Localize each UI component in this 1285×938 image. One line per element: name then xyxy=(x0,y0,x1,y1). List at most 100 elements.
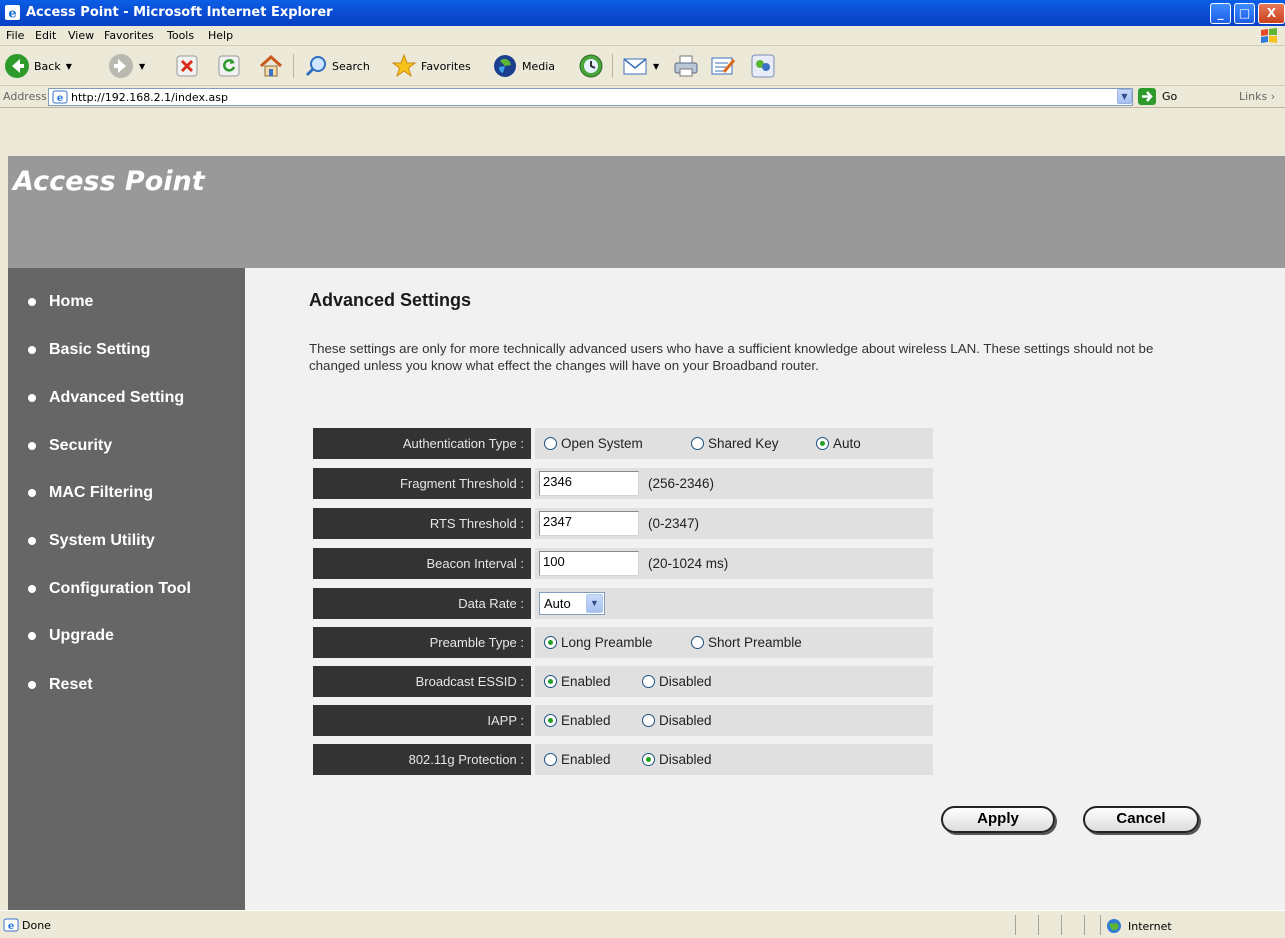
nav-reset[interactable]: Reset xyxy=(28,676,93,694)
nav-basic-setting[interactable]: Basic Setting xyxy=(28,341,150,359)
menu-file[interactable]: File xyxy=(6,29,24,42)
mail-button[interactable]: ▼ xyxy=(622,52,659,80)
status-separator xyxy=(1015,915,1016,935)
media-icon xyxy=(494,55,516,77)
print-button[interactable] xyxy=(673,52,699,80)
minimize-button[interactable]: _ xyxy=(1210,3,1231,24)
option-label: Enabled xyxy=(561,713,611,728)
option-label: Disabled xyxy=(659,713,712,728)
option-label: Short Preamble xyxy=(708,635,802,650)
close-button[interactable]: X xyxy=(1258,3,1285,24)
radio-protection-enabled[interactable] xyxy=(544,753,557,766)
radio-protection-disabled[interactable] xyxy=(642,753,655,766)
field-label: 802.11g Protection : xyxy=(313,744,531,775)
back-arrow-icon xyxy=(5,54,29,78)
radio-shared-key[interactable] xyxy=(691,437,704,450)
page-title: Advanced Settings xyxy=(309,290,472,310)
fragment-threshold-input[interactable]: 2346 xyxy=(539,471,639,496)
option-label: Shared Key xyxy=(708,436,779,451)
svg-text:e: e xyxy=(8,7,16,22)
radio-long-preamble[interactable] xyxy=(544,636,557,649)
field-label: Beacon Interval : xyxy=(313,548,531,579)
menu-favorites[interactable]: Favorites xyxy=(104,29,154,42)
cancel-button[interactable]: Cancel xyxy=(1083,806,1199,833)
address-url: http://192.168.2.1/index.asp xyxy=(71,91,228,104)
address-bar: Address e http://192.168.2.1/index.asp ▼… xyxy=(0,86,1285,108)
range-hint: (0-2347) xyxy=(648,516,700,531)
brand-title: Access Point xyxy=(13,166,205,197)
stop-icon xyxy=(176,55,198,77)
maximize-button[interactable]: □ xyxy=(1234,3,1255,24)
ie-icon: e xyxy=(5,5,20,22)
option-label: Open System xyxy=(561,436,643,451)
radio-essid-disabled[interactable] xyxy=(642,675,655,688)
range-hint: (256-2346) xyxy=(648,476,715,491)
nav-configuration-tool[interactable]: Configuration Tool xyxy=(28,580,191,598)
field-label: Authentication Type : xyxy=(313,428,531,459)
toolbar-separator xyxy=(293,54,294,78)
mail-icon xyxy=(623,58,647,75)
banner: Access Point xyxy=(8,156,1285,268)
forward-arrow-icon xyxy=(109,54,133,78)
security-zone: Internet xyxy=(1106,918,1172,934)
row-fragment-threshold: Fragment Threshold : 2346 (256-2346) xyxy=(313,468,933,499)
page-description: These settings are only for more technic… xyxy=(309,341,1154,373)
svg-text:e: e xyxy=(8,921,14,932)
go-button[interactable]: Go xyxy=(1138,88,1177,105)
field-value: Open System Shared Key Auto xyxy=(535,428,933,459)
forward-dropdown-icon: ▼ xyxy=(139,61,146,71)
menu-tools[interactable]: Tools xyxy=(167,29,194,42)
field-label: Preamble Type : xyxy=(313,627,531,658)
rts-threshold-input[interactable]: 2347 xyxy=(539,511,639,536)
radio-iapp-disabled[interactable] xyxy=(642,714,655,727)
option-label: Auto xyxy=(833,436,861,451)
radio-short-preamble[interactable] xyxy=(691,636,704,649)
media-button[interactable]: Media xyxy=(492,52,555,80)
chevron-down-icon: ▼ xyxy=(586,594,603,613)
field-value: 100 (20-1024 ms) xyxy=(535,548,933,579)
radio-iapp-enabled[interactable] xyxy=(544,714,557,727)
field-label: Broadcast ESSID : xyxy=(313,666,531,697)
nav-security[interactable]: Security xyxy=(28,437,112,455)
row-beacon-interval: Beacon Interval : 100 (20-1024 ms) xyxy=(313,548,933,579)
messenger-button[interactable] xyxy=(750,52,776,80)
field-value: Long Preamble Short Preamble xyxy=(535,627,933,658)
nav-advanced-setting[interactable]: Advanced Setting xyxy=(28,389,184,407)
globe-icon xyxy=(1107,919,1121,933)
menu-view[interactable]: View xyxy=(68,29,94,42)
go-arrow-icon xyxy=(1138,88,1156,105)
bullet-icon xyxy=(28,681,36,689)
home-button[interactable] xyxy=(258,52,284,80)
option-label: Disabled xyxy=(659,674,712,689)
bullet-icon xyxy=(28,442,36,450)
address-input[interactable]: e http://192.168.2.1/index.asp xyxy=(48,88,1133,106)
menu-edit[interactable]: Edit xyxy=(35,29,56,42)
row-preamble-type: Preamble Type : Long Preamble Short Prea… xyxy=(313,627,933,658)
row-80211g-protection: 802.11g Protection : Enabled Disabled xyxy=(313,744,933,775)
history-button[interactable] xyxy=(578,52,604,80)
toolbar-separator xyxy=(612,54,613,78)
radio-open-system[interactable] xyxy=(544,437,557,450)
field-value: 2347 (0-2347) xyxy=(535,508,933,539)
nav-home[interactable]: Home xyxy=(28,293,93,311)
field-value: Auto ▼ xyxy=(535,588,933,619)
data-rate-select[interactable]: Auto ▼ xyxy=(539,592,605,615)
forward-button[interactable]: ▼ xyxy=(108,52,145,80)
links-button[interactable]: Links › xyxy=(1239,90,1275,103)
edit-button[interactable] xyxy=(710,52,736,80)
search-button[interactable]: Search xyxy=(304,52,370,80)
back-button[interactable]: Back ▼ xyxy=(4,52,72,80)
nav-system-utility[interactable]: System Utility xyxy=(28,532,155,550)
favorites-button[interactable]: Favorites xyxy=(391,52,471,80)
back-dropdown-icon: ▼ xyxy=(65,61,72,71)
beacon-interval-input[interactable]: 100 xyxy=(539,551,639,576)
stop-button[interactable] xyxy=(176,52,198,80)
nav-upgrade[interactable]: Upgrade xyxy=(28,627,114,645)
refresh-button[interactable] xyxy=(218,52,240,80)
address-dropdown-icon[interactable]: ▼ xyxy=(1117,89,1132,104)
radio-auto[interactable] xyxy=(816,437,829,450)
radio-essid-enabled[interactable] xyxy=(544,675,557,688)
menu-help[interactable]: Help xyxy=(208,29,233,42)
nav-mac-filtering[interactable]: MAC Filtering xyxy=(28,484,153,502)
apply-button[interactable]: Apply xyxy=(941,806,1055,833)
